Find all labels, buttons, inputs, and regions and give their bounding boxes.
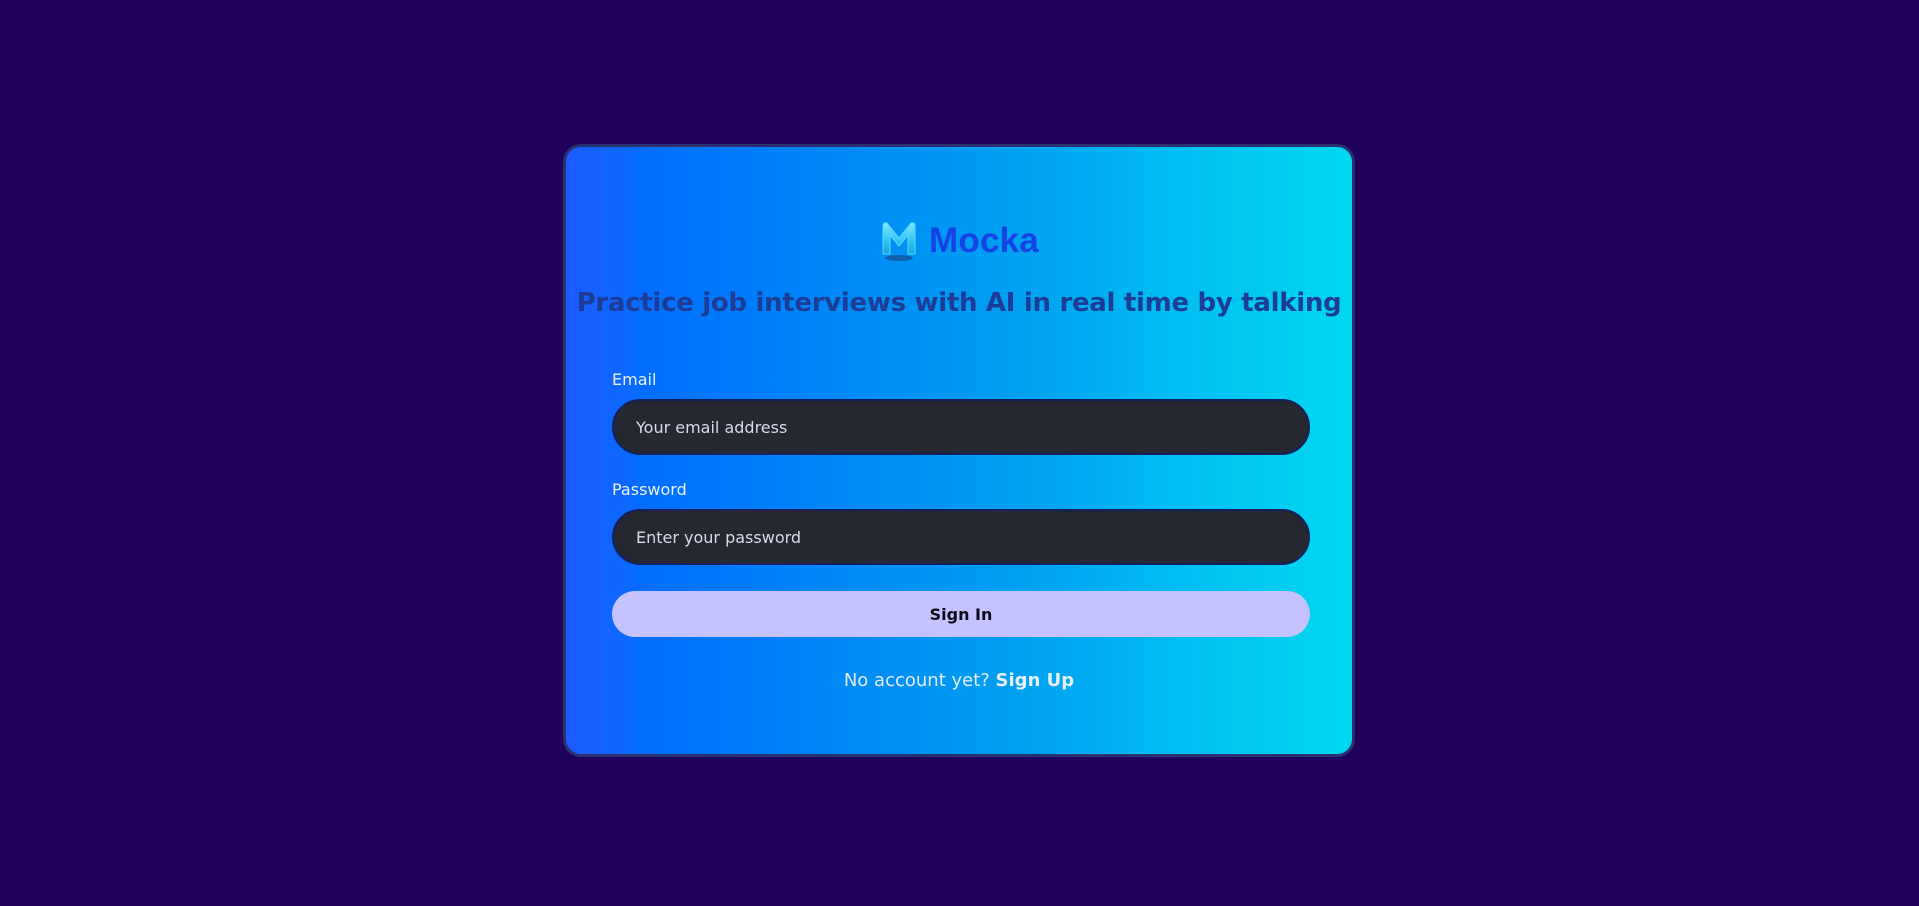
brand-header: Mocka xyxy=(566,215,1352,265)
sign-in-button[interactable]: Sign In xyxy=(612,591,1310,637)
signup-prompt-text: No account yet? xyxy=(843,670,996,691)
brand-name: Mocka xyxy=(929,220,1039,260)
email-field-wrapper xyxy=(612,399,1310,455)
m-logo-icon xyxy=(879,218,919,262)
password-label: Password xyxy=(612,480,687,499)
signup-prompt: No account yet? Sign Up xyxy=(566,670,1352,691)
login-card: Mocka Practice job interviews with AI in… xyxy=(563,144,1355,757)
sign-up-link[interactable]: Sign Up xyxy=(996,670,1075,691)
email-label: Email xyxy=(612,370,657,389)
password-input[interactable] xyxy=(614,511,1308,563)
email-input[interactable] xyxy=(614,401,1308,453)
page-tagline: Practice job interviews with AI in real … xyxy=(576,288,1342,318)
password-field-wrapper xyxy=(612,509,1310,565)
